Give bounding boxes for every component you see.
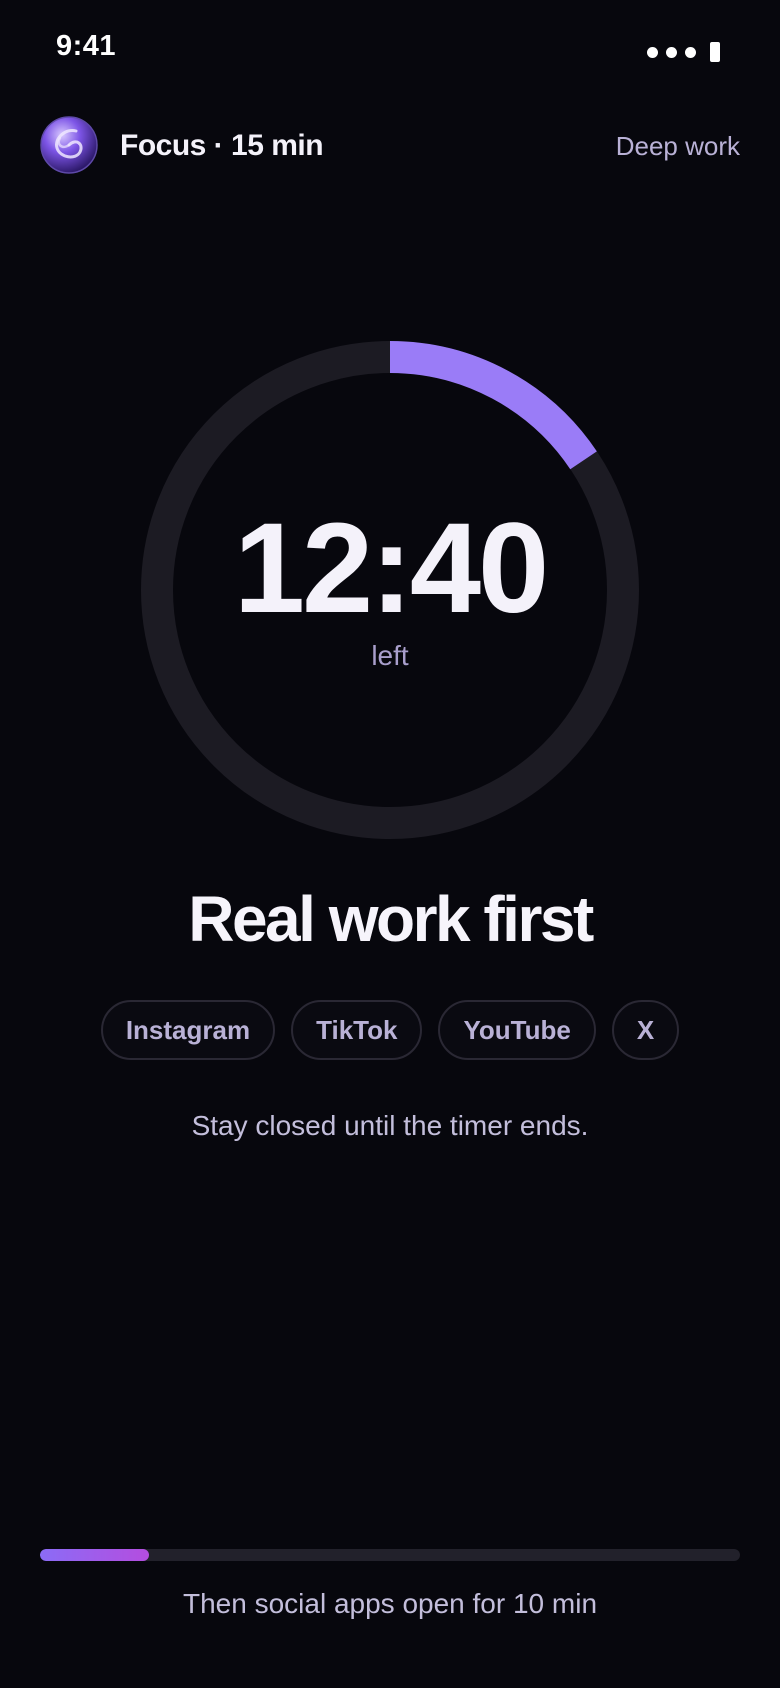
session-progress-fill [40,1549,150,1561]
session-title: Focus · 15 min [120,129,324,162]
timer-caption: left [371,640,409,671]
app-chip-x[interactable]: X [611,1000,680,1060]
timer-value: 12:40 [233,497,549,640]
app-chip-youtube[interactable]: YouTube [438,1000,596,1060]
session-progress-bar [40,1549,740,1561]
headline: Real work first [188,883,594,955]
app-chip-tiktok[interactable]: TikTok [291,1000,423,1060]
status-bar: 9:41 [0,0,780,100]
timer-ring: 12:40 left [140,340,640,840]
blocked-apps-note: Stay closed until the timer ends. [191,1110,589,1141]
signal-dot-icon [666,46,677,58]
blocked-apps-list: Instagram TikTok YouTube X [0,1000,780,1060]
signal-dot-icon [685,46,696,58]
focus-orb-icon[interactable] [40,116,98,174]
status-icons [647,42,720,62]
mode-button[interactable]: Deep work [616,131,740,162]
battery-icon [710,42,720,62]
app-chip-instagram[interactable]: Instagram [100,1000,276,1060]
header: Focus · 15 min Deep work [40,115,740,175]
signal-dot-icon [647,46,658,58]
status-time: 9:41 [56,30,117,62]
footer-note: Then social apps open for 10 min [182,1588,598,1619]
